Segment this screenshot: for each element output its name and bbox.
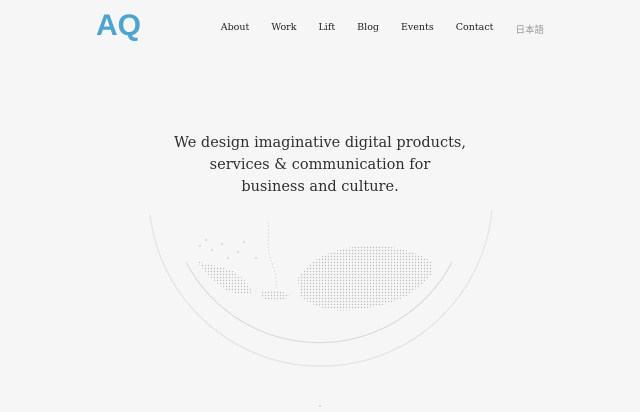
landmass-east — [298, 245, 434, 311]
river-line — [267, 221, 277, 289]
main-nav: About Work Lift Blog Events Contact 日本語 — [199, 22, 544, 36]
nav-lift[interactable]: Lift — [318, 22, 335, 36]
nav-events[interactable]: Events — [401, 22, 434, 36]
globe-outline — [149, 209, 493, 367]
globe-inner-arc — [185, 261, 453, 344]
globe-illustration-icon — [149, 209, 493, 407]
small-dot — [319, 405, 321, 407]
nav-work[interactable]: Work — [271, 22, 296, 36]
nav-blog[interactable]: Blog — [357, 22, 379, 36]
aq-logo[interactable]: AQ — [96, 9, 141, 43]
tagline-line-3: business and culture. — [241, 179, 399, 195]
nav-contact[interactable]: Contact — [456, 22, 494, 36]
landmass-small — [262, 289, 290, 301]
site-header: AQ About Work Lift Blog Events Contact 日… — [0, 0, 640, 52]
tagline-line-2: services & communication for — [209, 157, 431, 173]
nav-language-japanese[interactable]: 日本語 — [515, 22, 544, 36]
tagline-line-1: We design imaginative digital products, — [174, 135, 466, 151]
nav-about[interactable]: About — [221, 22, 250, 36]
hero-tagline: We design imaginative digital products, … — [0, 132, 640, 198]
scattered-dots — [199, 239, 257, 259]
landmass-west — [186, 258, 252, 295]
